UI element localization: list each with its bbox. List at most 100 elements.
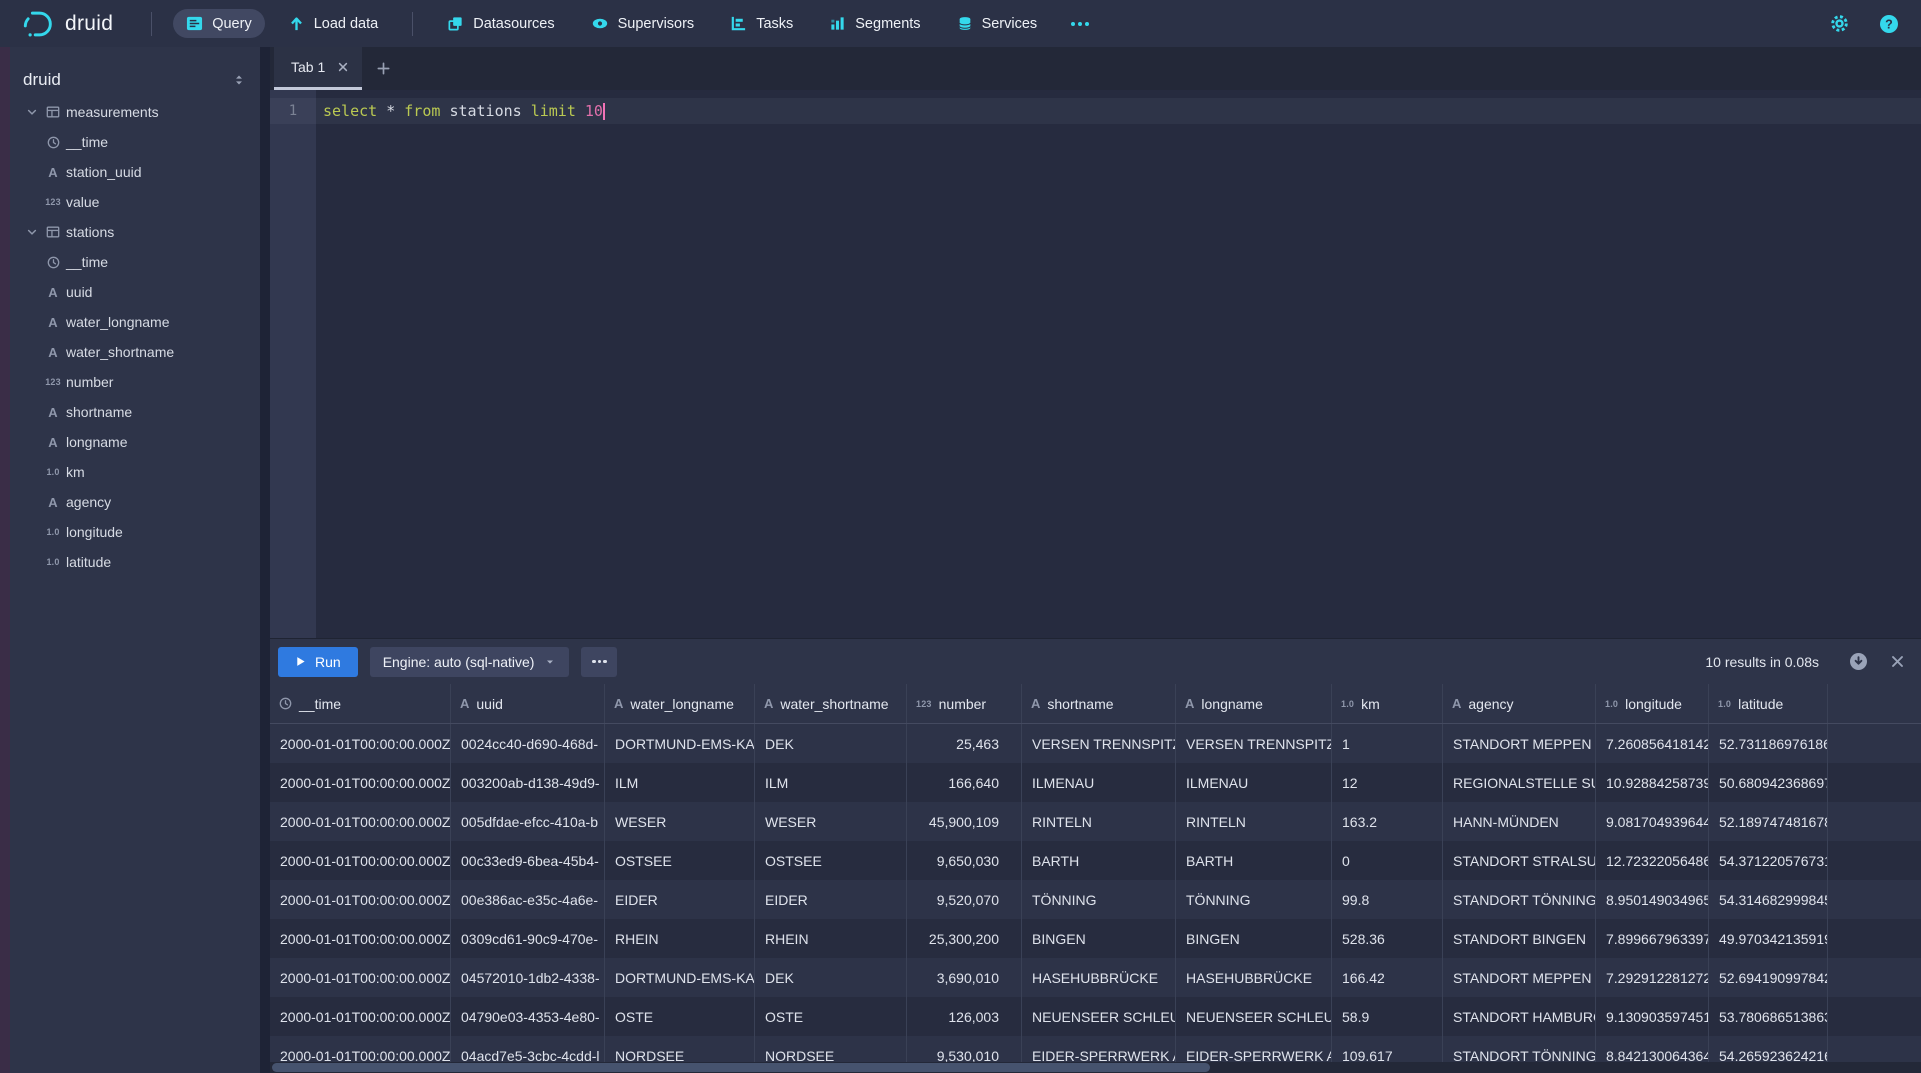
table-cell[interactable]: DORTMUND-EMS-KANAL [605,958,755,997]
table-cell[interactable]: 25,463 [907,724,1022,763]
table-cell[interactable]: ILMENAU [1176,763,1332,802]
table-cell[interactable]: RINTELN [1176,802,1332,841]
table-cell[interactable]: VERSEN TRENNSPITZE [1022,724,1176,763]
column-header-agency[interactable]: A agency [1443,684,1596,723]
table-cell[interactable]: 8.950149034965 [1596,880,1709,919]
table-cell[interactable]: 2000-01-01T00:00:00.000Z [270,841,451,880]
scrollbar-thumb[interactable] [272,1063,1210,1072]
table-cell[interactable]: 00e386ac-e35c-4a6e- [451,880,605,919]
table-cell[interactable]: 12.723220564867 [1596,841,1709,880]
column-header-__time[interactable]: __time [270,684,451,723]
column-header-water_longname[interactable]: A water_longname [605,684,755,723]
table-cell[interactable]: OSTSEE [605,841,755,880]
nav-item-datasources[interactable]: Datasources [434,9,567,38]
table-cell[interactable]: HASEHUBBRÜCKE [1176,958,1332,997]
table-cell[interactable]: 7.8996679633973 [1596,919,1709,958]
table-cell[interactable]: 166,640 [907,763,1022,802]
schema-selector[interactable]: druid [10,63,260,97]
table-cell[interactable]: 58.9 [1332,997,1443,1036]
table-cell[interactable]: ILMENAU [1022,763,1176,802]
table-cell[interactable]: 2000-01-01T00:00:00.000Z [270,997,451,1036]
table-cell[interactable]: OSTE [755,997,907,1036]
table-cell[interactable]: 45,900,109 [907,802,1022,841]
table-cell[interactable]: 005dfdae-efcc-410a-b [451,802,605,841]
table-cell[interactable]: EIDER [755,880,907,919]
table-cell[interactable]: HASEHUBBRÜCKE [1022,958,1176,997]
table-cell[interactable]: 52.189747481678 [1709,802,1828,841]
table-cell[interactable]: 7.2608564181428 [1596,724,1709,763]
tab-close-button[interactable] [337,61,349,73]
column-header-km[interactable]: 1.0 km [1332,684,1443,723]
table-cell[interactable]: STANDORT TÖNNING [1443,880,1596,919]
table-cell[interactable]: 52.731186976186 [1709,724,1828,763]
engine-select[interactable]: Engine: auto (sql-native) [370,647,570,677]
table-cell[interactable]: STANDORT STRALSUND [1443,841,1596,880]
table-cell[interactable]: 50.680942368697 [1709,763,1828,802]
table-cell[interactable]: 2000-01-01T00:00:00.000Z [270,880,451,919]
tree-column-water_longname[interactable]: A water_longname [10,307,260,337]
table-cell[interactable]: STANDORT MEPPEN [1443,724,1596,763]
table-cell[interactable]: DORTMUND-EMS-KANAL [605,724,755,763]
table-cell[interactable]: WESER [605,802,755,841]
table-cell[interactable]: WESER [755,802,907,841]
table-cell[interactable]: HANN-MÜNDEN [1443,802,1596,841]
table-cell[interactable]: 0309cd61-90c9-470e- [451,919,605,958]
tree-column-longitude[interactable]: 1.0 longitude [10,517,260,547]
add-tab-button[interactable] [362,47,404,90]
column-header-latitude[interactable]: 1.0 latitude [1709,684,1828,723]
sql-query-text[interactable]: select * from stations limit 10 [323,102,605,120]
table-cell[interactable]: STANDORT HAMBURG [1443,997,1596,1036]
column-header-water_shortname[interactable]: A water_shortname [755,684,907,723]
table-cell[interactable]: 9.1309035974510 [1596,997,1709,1036]
tree-table-stations[interactable]: stations [10,217,260,247]
sidebar-scroll-strip[interactable] [0,47,10,1073]
table-cell[interactable]: REGIONALSTELLE SUHL [1443,763,1596,802]
tree-column-latitude[interactable]: 1.0 latitude [10,547,260,577]
druid-logo[interactable]: druid [0,9,135,39]
nav-item-tasks[interactable]: Tasks [717,9,806,38]
table-cell[interactable]: BINGEN [1022,919,1176,958]
tree-column-__time[interactable]: __time [10,127,260,157]
tree-column-station_uuid[interactable]: A station_uuid [10,157,260,187]
horizontal-scrollbar[interactable] [270,1062,1921,1073]
table-cell[interactable]: STANDORT BINGEN [1443,919,1596,958]
tree-column-km[interactable]: 1.0 km [10,457,260,487]
table-cell[interactable]: 2000-01-01T00:00:00.000Z [270,958,451,997]
query-more-button[interactable] [581,647,617,677]
nav-item-supervisors[interactable]: Supervisors [578,9,708,38]
table-cell[interactable]: 54.371220576731 [1709,841,1828,880]
table-cell[interactable]: 2000-01-01T00:00:00.000Z [270,802,451,841]
table-cell[interactable]: 52.694190997842 [1709,958,1828,997]
tree-table-measurements[interactable]: measurements [10,97,260,127]
table-cell[interactable]: STANDORT MEPPEN [1443,958,1596,997]
table-cell[interactable]: 528.36 [1332,919,1443,958]
table-cell[interactable]: TÖNNING [1176,880,1332,919]
table-cell[interactable]: VERSEN TRENNSPITZE [1176,724,1332,763]
nav-item-load-data[interactable]: Load data [275,9,392,38]
settings-button[interactable] [1830,14,1849,33]
help-button[interactable]: ? [1879,14,1899,34]
tree-column-shortname[interactable]: A shortname [10,397,260,427]
tree-column-longname[interactable]: A longname [10,427,260,457]
table-cell[interactable]: BINGEN [1176,919,1332,958]
table-cell[interactable]: 2000-01-01T00:00:00.000Z [270,763,451,802]
nav-item-services[interactable]: Services [944,9,1051,38]
table-cell[interactable]: 9,520,070 [907,880,1022,919]
table-cell[interactable]: 25,300,200 [907,919,1022,958]
table-cell[interactable]: 126,003 [907,997,1022,1036]
table-cell[interactable]: 04790e03-4353-4e80- [451,997,605,1036]
table-cell[interactable]: ILM [755,763,907,802]
tree-column-number[interactable]: 123 number [10,367,260,397]
table-cell[interactable]: 163.2 [1332,802,1443,841]
tree-column-water_shortname[interactable]: A water_shortname [10,337,260,367]
table-cell[interactable]: NEUENSEER SCHLEUSE [1022,997,1176,1036]
tree-column-agency[interactable]: A agency [10,487,260,517]
table-cell[interactable]: RHEIN [605,919,755,958]
table-cell[interactable]: 0024cc40-d690-468d- [451,724,605,763]
table-cell[interactable]: DEK [755,724,907,763]
table-cell[interactable]: OSTE [605,997,755,1036]
table-cell[interactable]: OSTSEE [755,841,907,880]
column-header-uuid[interactable]: A uuid [451,684,605,723]
table-cell[interactable]: 2000-01-01T00:00:00.000Z [270,919,451,958]
editor-line-1[interactable]: 1 select * from stations limit 10 [270,98,1921,124]
